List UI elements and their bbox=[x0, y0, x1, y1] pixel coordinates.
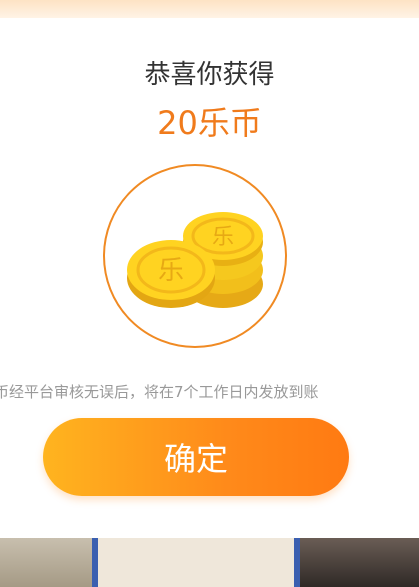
review-notice: 币经平台审核无误后，将在7个工作日内发放到账 bbox=[0, 383, 319, 401]
top-background-strip bbox=[0, 0, 419, 18]
coin-glyph-back: 乐 bbox=[212, 225, 234, 250]
background-thumbnail-3 bbox=[300, 538, 419, 587]
background-thumbnail-1 bbox=[0, 538, 92, 587]
reward-amount: 20乐币 bbox=[157, 104, 262, 142]
background-thumbnail-2 bbox=[98, 538, 294, 587]
coin-illustration: 乐 乐 bbox=[103, 164, 287, 348]
dialog-title: 恭喜你获得 bbox=[144, 60, 275, 90]
coin-stack-icon: 乐 乐 bbox=[127, 212, 263, 308]
confirm-button[interactable]: 确定 bbox=[43, 418, 349, 496]
coin-glyph-front: 乐 bbox=[158, 256, 184, 286]
